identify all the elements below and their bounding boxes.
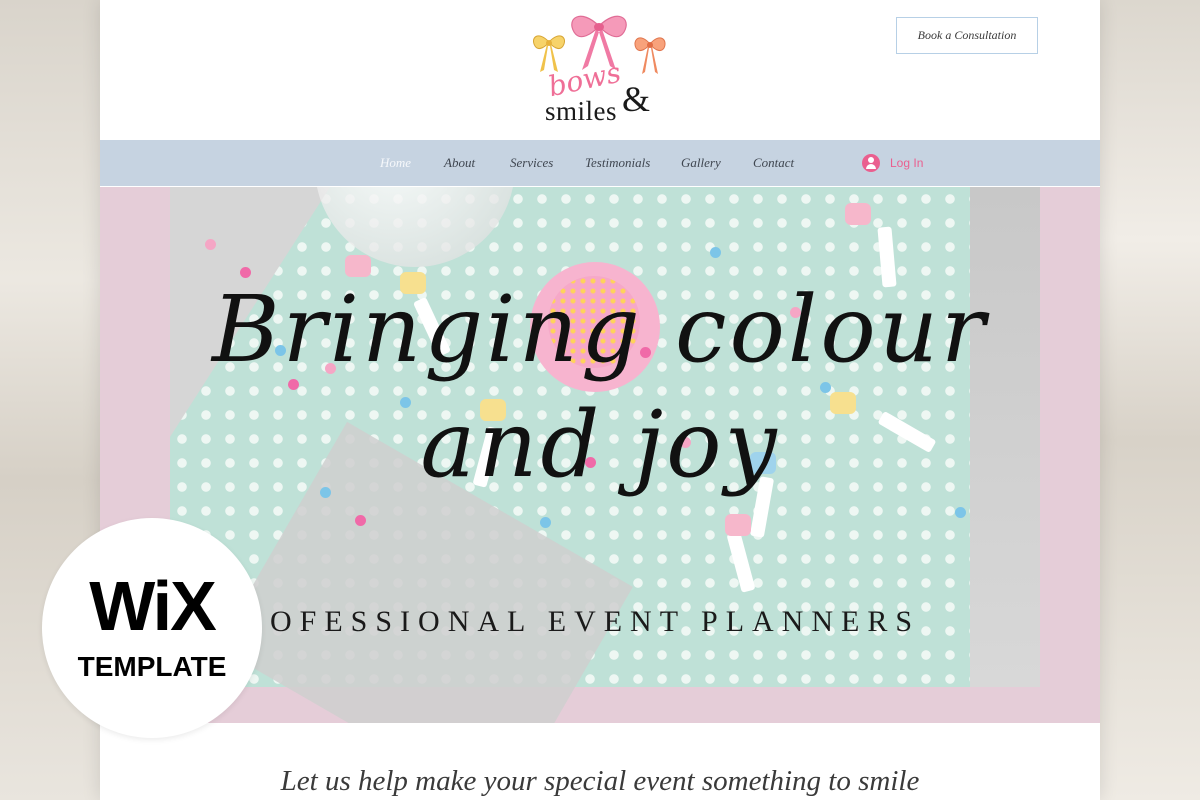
wix-template-badge: WiX TEMPLATE bbox=[42, 518, 262, 738]
login-label: Log In bbox=[890, 156, 924, 170]
main-nav: Home About Services Testimonials Gallery… bbox=[100, 140, 1100, 186]
nav-item-testimonials[interactable]: Testimonials bbox=[585, 155, 650, 171]
confetti bbox=[355, 515, 366, 526]
site-logo[interactable]: bows & smiles bbox=[530, 8, 670, 130]
confetti bbox=[540, 517, 551, 528]
party-blower-cap bbox=[845, 203, 871, 225]
user-avatar-icon bbox=[862, 154, 880, 172]
hero-title: Bringing colour and joy bbox=[100, 272, 1100, 502]
nav-item-home[interactable]: Home bbox=[380, 155, 411, 171]
hero-subtitle: OFESSIONAL EVENT PLANNERS bbox=[270, 605, 921, 638]
tagline: Let us help make your special event some… bbox=[280, 765, 920, 797]
wix-logo-text: WiX bbox=[89, 567, 217, 645]
login-button[interactable]: Log In bbox=[862, 152, 923, 174]
nav-item-services[interactable]: Services bbox=[510, 155, 553, 171]
logo-text-smiles: smiles bbox=[545, 96, 618, 126]
template-label: TEMPLATE bbox=[77, 651, 227, 682]
confetti bbox=[205, 239, 216, 250]
orange-bow-icon bbox=[634, 37, 666, 74]
party-blower-cap bbox=[725, 514, 751, 536]
background-right bbox=[1090, 0, 1200, 800]
confetti bbox=[710, 247, 721, 258]
hero-title-line-1: Bringing colour bbox=[212, 276, 988, 383]
nav-item-about[interactable]: About bbox=[444, 155, 475, 171]
nav-item-contact[interactable]: Contact bbox=[753, 155, 794, 171]
confetti bbox=[955, 507, 966, 518]
book-consultation-button[interactable]: Book a Consultation bbox=[896, 17, 1038, 54]
nav-item-gallery[interactable]: Gallery bbox=[681, 155, 721, 171]
site-header: bows & smiles Book a Consultation bbox=[100, 0, 1100, 140]
logo-ampersand: & bbox=[622, 79, 651, 119]
hero-title-line-2: and joy bbox=[420, 391, 780, 498]
